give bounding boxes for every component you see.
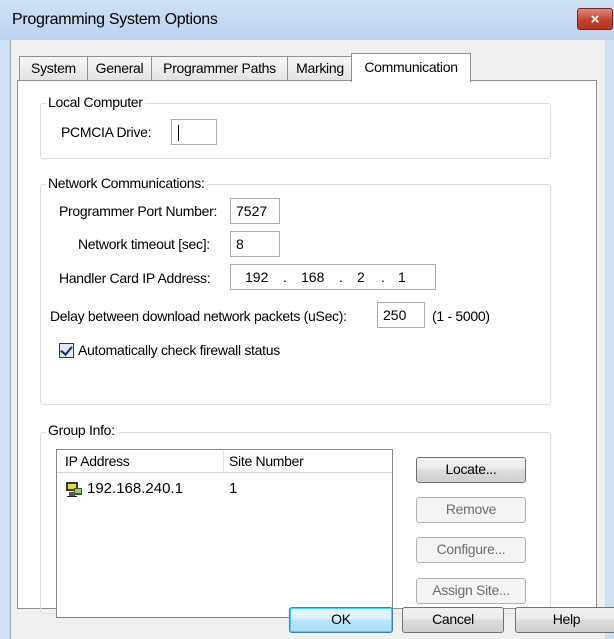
network-timeout-input[interactable]: 8: [230, 231, 280, 257]
local-computer-legend: Local Computer: [46, 94, 145, 110]
column-header-site-number[interactable]: Site Number: [229, 453, 304, 469]
handler-card-ip-label: Handler Card IP Address:: [59, 270, 211, 286]
tab-programmer-paths[interactable]: Programmer Paths: [151, 56, 288, 80]
ip-dot-2: .: [339, 269, 343, 285]
locate-button[interactable]: Locate...: [416, 457, 526, 483]
help-button[interactable]: Help: [515, 607, 614, 633]
ip-octet-1[interactable]: 192: [245, 269, 268, 285]
checkmark-icon: [60, 343, 73, 356]
programmer-port-label: Programmer Port Number:: [59, 203, 218, 219]
ip-octet-2[interactable]: 168: [301, 269, 324, 285]
ok-button[interactable]: OK: [289, 607, 393, 633]
network-timeout-label: Network timeout [sec]:: [78, 236, 210, 252]
handler-card-ip-input[interactable]: 192 . 168 . 2 . 1: [230, 264, 436, 290]
ip-octet-4[interactable]: 1: [398, 269, 406, 285]
group-info-list[interactable]: IP Address Site Number 192.168.240.1 1: [56, 449, 393, 618]
delay-label: Delay between download network packets (…: [50, 308, 347, 324]
delay-input[interactable]: 250: [377, 302, 425, 328]
column-header-ip-address[interactable]: IP Address: [65, 453, 130, 469]
firewall-checkbox[interactable]: [59, 343, 74, 358]
title-bar[interactable]: Programming System Options ×: [0, 0, 614, 40]
dialog-body: System General Programmer Paths Marking …: [10, 40, 614, 639]
configure-button[interactable]: Configure...: [416, 537, 526, 563]
row-ip-address: 192.168.240.1: [87, 480, 183, 497]
ip-octet-3[interactable]: 2: [357, 269, 365, 285]
tab-general[interactable]: General: [87, 56, 152, 80]
tab-system[interactable]: System: [19, 56, 88, 80]
cancel-button[interactable]: Cancel: [402, 607, 504, 633]
dialog-window: Programming System Options × System Gene…: [0, 0, 614, 639]
list-item[interactable]: 192.168.240.1 1: [57, 480, 392, 500]
programmer-port-input[interactable]: 7527: [230, 198, 280, 224]
close-button[interactable]: ×: [577, 8, 613, 30]
tab-marking[interactable]: Marking: [287, 56, 353, 80]
text-caret: [178, 125, 179, 141]
list-header: IP Address Site Number: [57, 450, 392, 473]
assign-site-button[interactable]: Assign Site...: [416, 578, 526, 604]
ip-dot-1: .: [283, 269, 287, 285]
row-site-number: 1: [229, 480, 238, 497]
delay-range-label: (1 - 5000): [432, 308, 490, 324]
communication-panel: Local Computer PCMCIA Drive: Network Com…: [17, 80, 597, 618]
network-communications-legend: Network Communications:: [46, 175, 207, 191]
close-icon: ×: [590, 11, 600, 28]
remove-button[interactable]: Remove: [416, 497, 526, 523]
pcmcia-drive-label: PCMCIA Drive:: [61, 124, 152, 140]
network-device-icon: [66, 482, 82, 497]
pcmcia-drive-input[interactable]: [171, 119, 217, 145]
tab-communication[interactable]: Communication: [351, 53, 471, 82]
firewall-label[interactable]: Automatically check firewall status: [78, 342, 280, 358]
group-info-legend: Group Info:: [46, 422, 117, 438]
ip-dot-3: .: [381, 269, 385, 285]
window-title: Programming System Options: [12, 11, 218, 28]
column-divider[interactable]: [223, 450, 224, 472]
